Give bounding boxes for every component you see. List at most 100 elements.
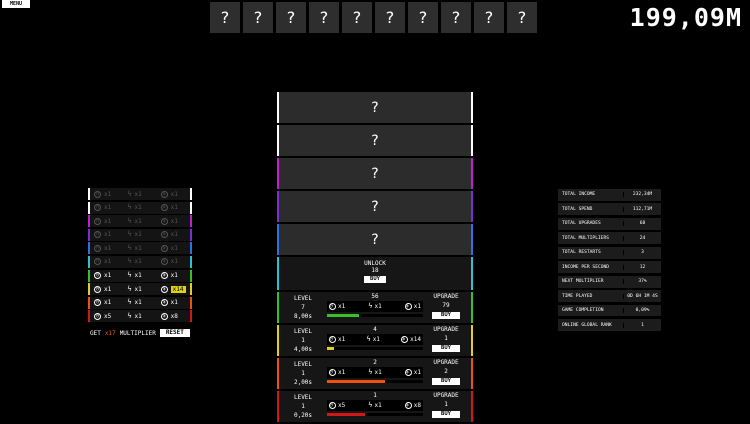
reset-suffix-label: MULTIPLIER	[119, 329, 156, 337]
locked-slot[interactable]: ?	[309, 2, 339, 33]
unlock-buy-button[interactable]: BUY	[364, 276, 386, 283]
power-value: x1	[134, 204, 142, 212]
generator-multipliers: ◷ x1 ϟ x1 $ x14	[327, 334, 423, 345]
money-value: x1	[413, 369, 421, 376]
power-value: x1	[134, 272, 142, 280]
progress-bar	[327, 314, 423, 317]
locked-slot[interactable]: ?	[342, 2, 372, 33]
multiplier-row: ◷ x1 ϟ x1 $ x1	[88, 296, 192, 309]
clock-icon: ◷	[94, 285, 101, 293]
bolt-icon: ϟ	[127, 230, 132, 239]
speed-value: x1	[104, 272, 112, 280]
upgrade-buy-button[interactable]: BUY	[432, 312, 460, 319]
power-value: x1	[134, 217, 142, 225]
power-multiplier: ϟ x1	[368, 302, 381, 311]
stat-label: TOTAL INCOME	[562, 192, 596, 198]
generator-amount: 56	[371, 293, 379, 300]
locked-slot[interactable]: ?	[474, 2, 504, 33]
multiplier-row: ◷ x1 ϟ x1 $ x14	[88, 283, 192, 296]
coin-icon: $	[160, 217, 168, 225]
clock-icon: ◷	[94, 312, 101, 320]
coin-icon: $	[404, 369, 412, 376]
money-multiplier: $ x1	[157, 258, 190, 266]
stat-label: NEXT MULTIPLIER	[562, 279, 604, 285]
locked-generator[interactable]: ?	[277, 224, 473, 255]
progress-fill	[327, 380, 385, 383]
locked-generator[interactable]: ?	[277, 92, 473, 123]
stat-label: TIME PLAYED	[562, 293, 593, 299]
clock-icon: ◷	[94, 272, 101, 280]
bolt-icon: ϟ	[127, 203, 132, 212]
bolt-icon: ϟ	[127, 257, 132, 266]
coin-icon: $	[404, 402, 412, 409]
power-multiplier: ϟ x1	[123, 257, 156, 266]
unlock-generator: UNLOCK 18 BUY	[277, 257, 473, 290]
locked-slot[interactable]: ?	[507, 2, 537, 33]
level-value: 1	[301, 403, 305, 410]
money-value: x8	[170, 312, 178, 320]
upgrade-label: UPGRADE	[433, 326, 459, 333]
money-value: x1	[170, 258, 178, 266]
coin-icon: $	[160, 285, 168, 293]
progress-fill	[327, 347, 334, 350]
money-value: x1	[170, 204, 178, 212]
speed-value: x1	[104, 244, 112, 252]
coin-icon: $	[160, 190, 168, 198]
stat-label: TOTAL SPEND	[562, 206, 593, 212]
upgrade-label: UPGRADE	[433, 392, 459, 399]
locked-generator[interactable]: ?	[277, 158, 473, 189]
coin-icon: $	[160, 204, 168, 212]
money-value: x1	[170, 299, 178, 307]
money-value: x1	[170, 231, 178, 239]
bolt-icon: ϟ	[127, 243, 132, 252]
reset-button[interactable]: RESET	[159, 329, 190, 337]
money-value: x1	[170, 272, 178, 280]
stat-value: 1	[623, 322, 661, 328]
generator-stack: ????? UNLOCK 18 BUY LEVEL 7 8,00s 56 ◷ x1 ϟ x1 $ x1 UP…	[277, 92, 473, 424]
locked-slot[interactable]: ?	[243, 2, 273, 33]
money-multiplier: $ x14	[401, 336, 421, 343]
upgrade-cost: 2	[444, 368, 448, 375]
power-value: x1	[134, 312, 142, 320]
locked-generator[interactable]: ?	[277, 191, 473, 222]
generator-center: 4 ◷ x1 ϟ x1 $ x14	[327, 325, 423, 350]
upgrade-cost: 1	[444, 401, 448, 408]
level-label: LEVEL	[293, 394, 313, 401]
level-label: LEVEL	[293, 328, 313, 335]
bolt-icon: ϟ	[127, 298, 132, 307]
progress-fill	[327, 413, 366, 416]
upgrade-buy-button[interactable]: BUY	[432, 378, 460, 385]
money-multiplier: $ x1	[157, 299, 190, 307]
locked-slot[interactable]: ?	[441, 2, 471, 33]
clock-icon: ◷	[329, 369, 336, 376]
power-multiplier: ϟ x1	[366, 336, 379, 344]
speed-value: x1	[104, 204, 112, 212]
upgrade-buy-button[interactable]: BUY	[432, 345, 460, 352]
bolt-icon: ϟ	[368, 302, 373, 310]
power-multiplier: ϟ x1	[123, 312, 156, 320]
locked-slot[interactable]: ?	[408, 2, 438, 33]
locked-slot[interactable]: ?	[276, 2, 306, 33]
generator-amount: 4	[373, 326, 377, 333]
upgrade-buy-button[interactable]: BUY	[432, 411, 460, 418]
progress-fill	[327, 314, 359, 317]
power-value: x1	[134, 258, 142, 266]
power-value: x1	[134, 285, 142, 293]
locked-slot[interactable]: ?	[210, 2, 240, 33]
stat-value: 0D 6H 1M 4S	[623, 293, 661, 299]
reset-get-label: GET	[90, 329, 101, 337]
coin-icon: $	[160, 312, 168, 320]
money-multiplier: $ x1	[157, 190, 190, 198]
locked-generator[interactable]: ?	[277, 125, 473, 156]
stat-label: ONLINE GLOBAL RANK	[562, 322, 612, 328]
stat-value: 0,09%	[623, 308, 661, 314]
power-multiplier: ϟ x1	[368, 402, 381, 410]
stat-row: ONLINE GLOBAL RANK 1	[558, 319, 661, 331]
speed-value: x1	[104, 217, 112, 225]
power-multiplier: ϟ x1	[123, 203, 156, 212]
stat-value: 112,71M	[623, 206, 661, 212]
coin-icon: $	[160, 231, 168, 239]
locked-slot[interactable]: ?	[375, 2, 405, 33]
cycle-time: 0,20s	[293, 412, 313, 419]
menu-button[interactable]: MENU	[2, 0, 30, 8]
